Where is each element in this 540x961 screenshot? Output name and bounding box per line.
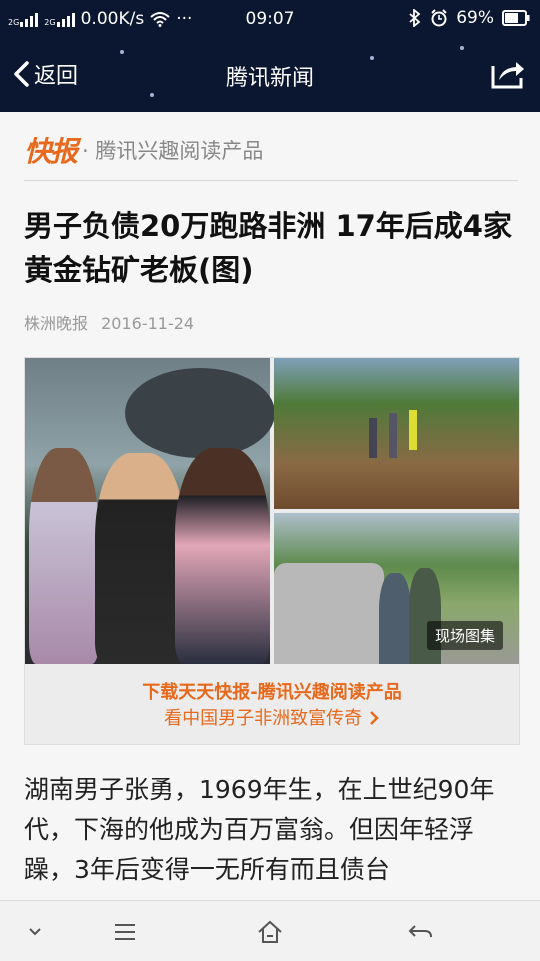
article-source: 株洲晚报 [24,314,89,333]
article-headline: 男子负债20万跑路非洲 17年后成4家黄金钻矿老板(图) [24,209,512,287]
gallery-badge[interactable]: 现场图集 [426,621,503,650]
promo-line-2: 看中国男子非洲致富传奇 [25,704,519,730]
page-title: 腾讯新闻 [225,66,314,91]
menu-icon[interactable] [110,917,140,947]
promo-line-2-text: 看中国男子非洲致富传奇 [164,708,363,729]
battery-icon [502,10,530,26]
article-date: 2016-11-24 [101,314,195,333]
status-right: 69% [408,8,530,28]
download-promo[interactable]: 下载天天快报-腾讯兴趣阅读产品 看中国男子非洲致富传奇 [25,664,519,744]
divider [24,180,518,181]
status-bar: 2G 2G 0.00K/s ··· 09:07 69% [0,0,540,38]
down-chevron-icon[interactable] [20,917,50,947]
promo-line-1: 下载天天快报-腾讯兴趣阅读产品 [142,682,402,703]
return-icon[interactable] [405,917,435,947]
article-content[interactable]: 快报 · 腾讯兴趣阅读产品 男子负债20万跑路非洲 17年后成4家黄金钻矿老板(… [0,112,540,900]
photo-men-thumbs-up[interactable] [25,358,275,664]
person-2 [95,453,185,664]
person-3 [175,448,270,664]
home-icon[interactable] [255,917,285,947]
person-1 [29,448,99,664]
brand-subtitle: · 腾讯兴趣阅读产品 [82,139,264,163]
share-icon[interactable] [490,56,526,90]
photo-men-with-car[interactable]: 现场图集 [274,513,519,664]
bottom-nav-bar [0,900,540,961]
article-body: 湖南男子张勇，1969年生，在上世纪90年代，下海的他成为百万富翁。但因年轻浮躁… [24,775,495,884]
photo-gallery[interactable]: 现场图集 下载天天快报-腾讯兴趣阅读产品 看中国男子非洲致富传奇 [24,357,520,745]
chevron-right-icon [369,711,379,725]
decor-star [120,50,124,54]
brand-header[interactable]: 快报 · 腾讯兴趣阅读产品 [24,130,263,170]
article-meta: 株洲晚报 2016-11-24 [24,310,202,334]
nav-bar: 返回 腾讯新闻 [0,38,540,112]
bluetooth-icon [409,9,421,27]
decor-star [150,93,154,97]
photo-dirt-road[interactable] [274,358,519,509]
alarm-icon [431,9,447,27]
decor-star [460,46,464,50]
battery-percent: 69% [456,8,494,28]
kuaibao-logo: 快报 [24,135,78,168]
